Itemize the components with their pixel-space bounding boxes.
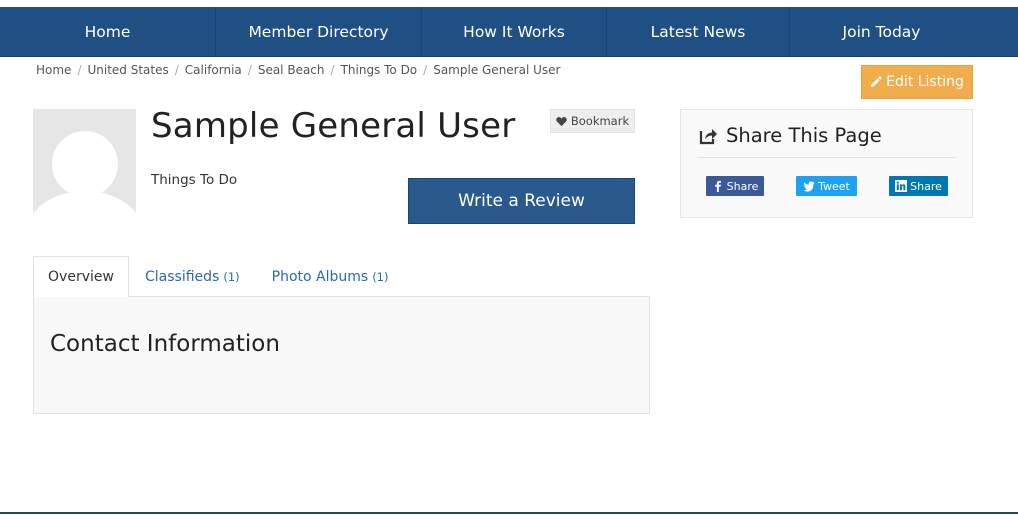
tab-photo-albums-label: Photo Albums <box>271 268 369 285</box>
breadcrumb-things-to-do[interactable]: Things To Do <box>341 63 418 77</box>
linkedin-share-button[interactable]: Share <box>889 176 948 196</box>
breadcrumb-california[interactable]: California <box>185 63 242 77</box>
breadcrumb-seal-beach[interactable]: Seal Beach <box>258 63 325 77</box>
contact-information-heading: Contact Information <box>50 331 280 357</box>
tab-classifieds-label: Classifieds <box>145 268 220 285</box>
facebook-icon <box>714 180 721 192</box>
breadcrumb-home[interactable]: Home <box>36 63 71 77</box>
tab-photo-albums-count: (1) <box>372 269 389 284</box>
footer-divider <box>0 512 1018 514</box>
breadcrumb-separator: / <box>330 63 335 77</box>
nav-item-join-today[interactable]: Join Today <box>790 7 973 57</box>
page-title: Sample General User <box>151 106 516 146</box>
breadcrumb-separator: / <box>247 63 252 77</box>
breadcrumb: Home / United States / California / Seal… <box>36 63 560 77</box>
tab-overview-label: Overview <box>48 269 114 285</box>
edit-listing-label: Edit Listing <box>886 74 964 90</box>
nav-item-how-it-works[interactable]: How It Works <box>422 7 607 57</box>
avatar <box>33 109 136 222</box>
write-review-button[interactable]: Write a Review <box>408 178 635 224</box>
tab-classifieds[interactable]: Classifieds (1) <box>129 256 256 297</box>
breadcrumb-current: Sample General User <box>433 63 561 77</box>
nav-item-latest-news[interactable]: Latest News <box>607 7 790 57</box>
heart-icon <box>556 116 567 126</box>
nav-item-home[interactable]: Home <box>0 7 216 57</box>
profile-category: Things To Do <box>151 172 238 188</box>
linkedin-icon <box>895 180 908 192</box>
bookmark-button[interactable]: Bookmark <box>550 109 635 133</box>
bookmark-label: Bookmark <box>570 114 630 128</box>
breadcrumb-separator: / <box>423 63 428 77</box>
user-silhouette-icon <box>33 131 136 222</box>
facebook-share-button[interactable]: Share <box>706 176 764 196</box>
main-nav: Home Member Directory How It Works Lates… <box>0 7 1018 57</box>
breadcrumb-separator: / <box>174 63 179 77</box>
profile-tabs: Overview Classifieds (1) Photo Albums (1… <box>33 256 404 297</box>
edit-listing-button[interactable]: Edit Listing <box>861 65 973 99</box>
twitter-tweet-label: Tweet <box>818 179 850 193</box>
twitter-tweet-button[interactable]: Tweet <box>796 176 857 196</box>
share-header: Share This Page <box>698 124 956 158</box>
tab-overview[interactable]: Overview <box>33 256 129 297</box>
share-icon <box>699 129 717 145</box>
share-title: Share This Page <box>726 124 882 147</box>
twitter-icon <box>803 181 815 192</box>
breadcrumb-united-states[interactable]: United States <box>87 63 168 77</box>
tab-classifieds-count: (1) <box>223 269 240 284</box>
nav-item-member-directory[interactable]: Member Directory <box>216 7 422 57</box>
pencil-icon <box>871 76 882 87</box>
share-panel: Share This Page Share Tweet Share <box>680 109 973 218</box>
facebook-share-label: Share <box>726 179 759 193</box>
breadcrumb-separator: / <box>77 63 82 77</box>
tab-content-overview: Contact Information <box>33 296 650 414</box>
linkedin-share-label: Share <box>910 179 942 193</box>
tab-photo-albums[interactable]: Photo Albums (1) <box>256 256 405 297</box>
